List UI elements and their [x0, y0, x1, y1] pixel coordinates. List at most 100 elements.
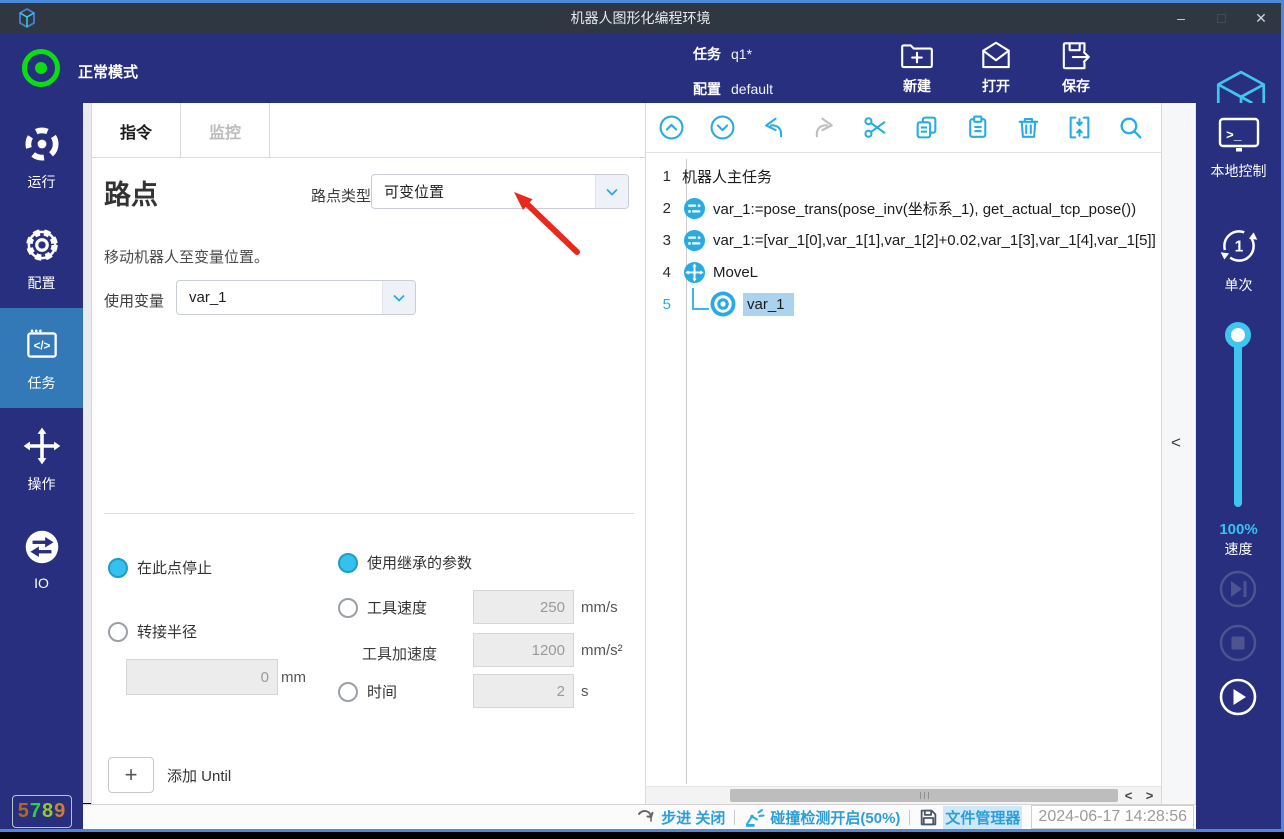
- save-task-button[interactable]: 保存: [1041, 38, 1111, 100]
- sidebar-item-run[interactable]: 运行: [0, 107, 83, 207]
- tool-accel-input[interactable]: 1200: [473, 633, 574, 667]
- tree-row-waypoint-selected[interactable]: 5 var_1: [646, 288, 1161, 320]
- blend-radius-label: 转接半径: [137, 621, 197, 642]
- chevron-down-icon[interactable]: [382, 281, 415, 314]
- status-bar: 步进 关闭 碰撞检测开启(50%) 文件管理器 2024-06-17 14:28…: [83, 804, 1196, 829]
- redo-icon[interactable]: [811, 114, 838, 141]
- new-button-label: 新建: [903, 76, 931, 96]
- paste-icon[interactable]: [964, 114, 991, 141]
- radio-selected[interactable]: [338, 553, 358, 573]
- new-task-button[interactable]: 新建: [882, 38, 952, 100]
- file-manager-button[interactable]: 文件管理器: [919, 806, 1022, 829]
- slider-handle[interactable]: [1225, 322, 1251, 348]
- cut-icon[interactable]: [862, 114, 889, 141]
- waypoint-icon: [710, 291, 736, 317]
- radio-unselected[interactable]: [108, 622, 128, 642]
- sidebar-item-task[interactable]: </> 任务: [0, 308, 83, 408]
- step-next-button[interactable]: [1218, 569, 1258, 609]
- sidebar-item-label: IO: [34, 575, 49, 591]
- robot-programming-app: 机器人图形化编程环境 – ✕ 正常模式 任务q1* 配置default 新建: [0, 0, 1284, 839]
- line-number: 4: [646, 264, 680, 281]
- assignment-icon: [683, 197, 706, 220]
- scroll-left-button[interactable]: <: [1118, 787, 1139, 804]
- new-folder-icon: [899, 38, 935, 74]
- scrollbar-thumb[interactable]: [730, 789, 1118, 802]
- minimize-button[interactable]: –: [1173, 10, 1189, 26]
- stop-button[interactable]: [1218, 623, 1258, 663]
- close-button[interactable]: ✕: [1253, 10, 1269, 27]
- time-unit: s: [581, 683, 589, 700]
- radio-selected[interactable]: [108, 558, 128, 578]
- scroll-right-button[interactable]: >: [1139, 787, 1160, 804]
- sidebar-item-io[interactable]: IO: [0, 510, 83, 610]
- stop-at-point-option[interactable]: 在此点停止: [108, 557, 212, 578]
- copy-icon[interactable]: [913, 114, 940, 141]
- terminal-icon: >_: [1216, 115, 1262, 155]
- task-info: 任务q1*: [693, 44, 752, 64]
- single-run-button[interactable]: 1 单次: [1196, 223, 1281, 295]
- window-border-bottom: [0, 829, 1284, 832]
- single-count: 1: [1234, 239, 1243, 256]
- tree-row-assignment[interactable]: 3 var_1:=[var_1[0],var_1[1],var_1[2]+0.0…: [646, 224, 1161, 256]
- variable-value: var_1: [177, 289, 382, 306]
- sidebar-item-label: 运行: [28, 172, 56, 192]
- blend-radius-input[interactable]: 0: [126, 659, 278, 695]
- task-code-icon: </>: [21, 324, 63, 366]
- tool-speed-option[interactable]: 工具速度: [338, 597, 427, 618]
- inherit-params-option[interactable]: 使用继承的参数: [338, 552, 472, 573]
- time-input[interactable]: 2: [473, 674, 574, 708]
- search-icon[interactable]: [1117, 114, 1144, 141]
- maximize-button[interactable]: [1213, 10, 1229, 26]
- tool-speed-input[interactable]: 250: [473, 590, 574, 624]
- tree-row-movel[interactable]: 4 MoveL: [646, 256, 1161, 288]
- file-manager-label: 文件管理器: [943, 806, 1022, 829]
- page-title: 路点: [104, 173, 158, 212]
- program-tree-panel: 1 机器人主任务 2 var_1:=pose_trans(pose_inv(坐标…: [645, 103, 1162, 804]
- radio-unselected[interactable]: [338, 682, 358, 702]
- variable-select[interactable]: var_1: [176, 280, 416, 315]
- slider-track[interactable]: [1234, 331, 1242, 507]
- save-icon: [1058, 38, 1094, 74]
- task-value: q1*: [731, 46, 752, 62]
- tree-row-assignment[interactable]: 2 var_1:=pose_trans(pose_inv(坐标系_1), get…: [646, 192, 1161, 224]
- radio-unselected[interactable]: [338, 598, 358, 618]
- undo-icon[interactable]: [760, 114, 787, 141]
- svg-text:</>: </>: [33, 341, 50, 353]
- open-task-button[interactable]: 打开: [961, 38, 1031, 100]
- blend-radius-option[interactable]: 转接半径: [108, 621, 197, 642]
- step-mode-status[interactable]: 步进 关闭: [636, 807, 725, 828]
- tab-instruction[interactable]: 指令: [92, 103, 181, 158]
- header-bar: 正常模式 任务q1* 配置default 新建 打开: [0, 33, 1281, 103]
- tool-speed-unit: mm/s: [581, 599, 618, 616]
- time-label: 时间: [367, 681, 397, 702]
- play-button[interactable]: [1218, 677, 1258, 717]
- tab-monitor[interactable]: 监控: [181, 103, 270, 158]
- waypoint-type-select[interactable]: 可变位置: [371, 174, 629, 209]
- waypoint-description: 移动机器人至变量位置。: [104, 246, 269, 267]
- collision-detection-status[interactable]: 碰撞检测开启(50%): [744, 807, 900, 828]
- time-option[interactable]: 时间: [338, 681, 397, 702]
- add-until-button[interactable]: +: [108, 757, 154, 793]
- speed-slider[interactable]: [1230, 325, 1246, 511]
- collapse-icon[interactable]: [1066, 114, 1093, 141]
- tree-row-text: var_1:=[var_1[0],var_1[1],var_1[2]+0.02,…: [713, 232, 1156, 249]
- collision-icon: [744, 807, 765, 828]
- tree-row-text: var_1: [743, 293, 794, 316]
- sidebar-item-operate[interactable]: 操作: [0, 409, 83, 509]
- title-bar: 机器人图形化编程环境 – ✕: [0, 3, 1281, 33]
- delete-icon[interactable]: [1015, 114, 1042, 141]
- horizontal-scrollbar[interactable]: < >: [646, 786, 1161, 804]
- local-control-label: 本地控制: [1211, 161, 1267, 181]
- sidebar-item-label: 操作: [28, 474, 56, 494]
- run-icon: [21, 123, 63, 165]
- chevron-down-icon[interactable]: [595, 175, 628, 208]
- collapse-panel-chevron-icon[interactable]: <: [1171, 433, 1181, 453]
- line-number: 1: [646, 168, 680, 185]
- tree-row-main-task[interactable]: 1 机器人主任务: [646, 160, 1161, 192]
- tree-row-text: 机器人主任务: [682, 166, 772, 187]
- move-up-icon[interactable]: [658, 114, 685, 141]
- sidebar-item-config[interactable]: 配置: [0, 208, 83, 308]
- local-control-button[interactable]: >_ 本地控制: [1196, 115, 1281, 181]
- tool-accel-unit: mm/s²: [581, 642, 623, 659]
- move-down-icon[interactable]: [709, 114, 736, 141]
